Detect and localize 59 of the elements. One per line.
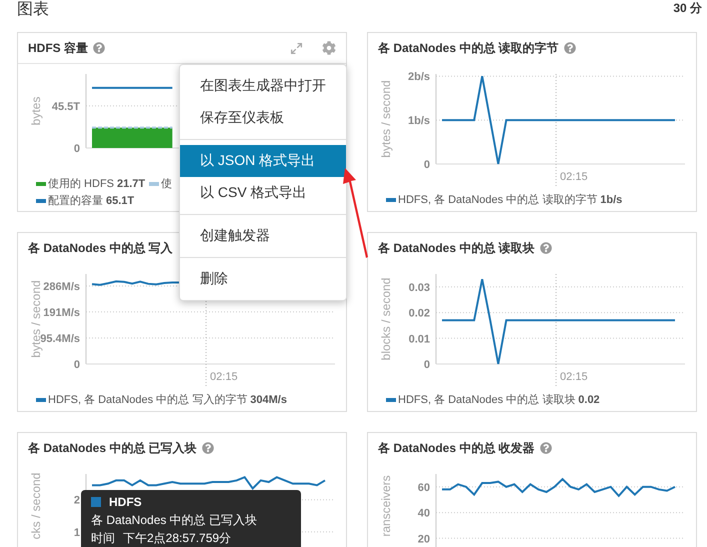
time-range[interactable]: 30 分: [673, 0, 702, 17]
tick-label: 191M/s: [43, 306, 80, 319]
chart-title: 各 DataNodes 中的总 已写入块: [28, 440, 197, 456]
tick-label: 40: [418, 508, 430, 520]
axis-title: ransceivers: [379, 475, 393, 537]
tick-label: 0: [74, 143, 80, 155]
tick-label: 95.4M/s: [40, 332, 80, 345]
tick-label: 0.01: [408, 333, 430, 346]
time-label: 02:15: [560, 171, 588, 183]
axis-title: blocks / second: [379, 278, 393, 360]
expand-icon[interactable]: [290, 42, 303, 54]
menu-item[interactable]: 以 CSV 格式导出: [180, 177, 346, 209]
menu-item[interactable]: 以 JSON 格式导出: [180, 145, 346, 177]
tick-label: 45.5T: [52, 100, 80, 113]
menu-item[interactable]: 保存至仪表板: [180, 102, 346, 134]
menu-item[interactable]: 删除: [180, 263, 346, 295]
tick-label: 1: [74, 526, 80, 539]
help-icon[interactable]: [93, 42, 105, 54]
tick-label: 286M/s: [43, 281, 80, 293]
tick-label: 60: [418, 482, 430, 494]
menu-item[interactable]: 创建触发器: [180, 220, 346, 252]
help-icon[interactable]: [540, 242, 552, 254]
chart-title: 各 DataNodes 中的总 读取块: [378, 240, 535, 256]
tick-label: 2: [74, 494, 80, 507]
help-icon[interactable]: [202, 442, 214, 454]
legend-item[interactable]: HDFS, 各 DataNodes 中的总 写入的字节 304M/s: [36, 392, 287, 407]
chart-title: 各 DataNodes 中的总 收发器: [378, 440, 535, 456]
chart-title: 各 DataNodes 中的总 读取的字节: [378, 40, 559, 56]
chart-title: HDFS 容量: [28, 40, 88, 56]
tick-label: 1b/s: [408, 115, 430, 128]
axis-title: bytes / second: [379, 80, 393, 158]
page-title: 图表: [17, 0, 49, 20]
time-label: 02:15: [210, 371, 238, 383]
legend-item[interactable]: HDFS, 各 DataNodes 中的总 读取块 0.02: [386, 392, 600, 407]
legend-item[interactable]: HDFS, 各 DataNodes 中的总 读取的字节 1b/s: [386, 192, 622, 207]
help-icon[interactable]: [540, 442, 552, 454]
tick-label: 20: [418, 533, 430, 546]
settings-icon[interactable]: [322, 41, 336, 55]
legend-item[interactable]: 使: [149, 176, 172, 191]
tooltip-series: HDFS: [109, 495, 142, 509]
tick-label: 2b/s: [408, 71, 430, 84]
tick-label: 0: [424, 159, 430, 171]
tick-label: 0: [74, 359, 80, 371]
tooltip-time: 下午2点28:57.759分: [123, 531, 232, 545]
axis-title: cks / second: [29, 472, 43, 540]
menu-item[interactable]: 在图表生成器中打开: [180, 70, 346, 102]
tick-label: 0.02: [408, 308, 430, 320]
axis-title: bytes: [29, 96, 43, 126]
legend-item[interactable]: 配置的容量 65.1T: [36, 193, 146, 208]
tick-label: 0: [424, 359, 430, 371]
chart-title: 各 DataNodes 中的总 写入: [28, 240, 173, 256]
time-label: 02:15: [560, 371, 588, 383]
legend-item[interactable]: 使用的 HDFS 21.7T: [36, 176, 146, 191]
tooltip-metric: 各 DataNodes 中的总 已写入块: [91, 513, 258, 527]
help-icon[interactable]: [564, 42, 576, 54]
tooltip-label: 时间: [91, 531, 115, 545]
tick-label: 0.03: [408, 282, 430, 294]
series-swatch: [91, 497, 101, 507]
axis-title: bytes / second: [29, 280, 43, 358]
